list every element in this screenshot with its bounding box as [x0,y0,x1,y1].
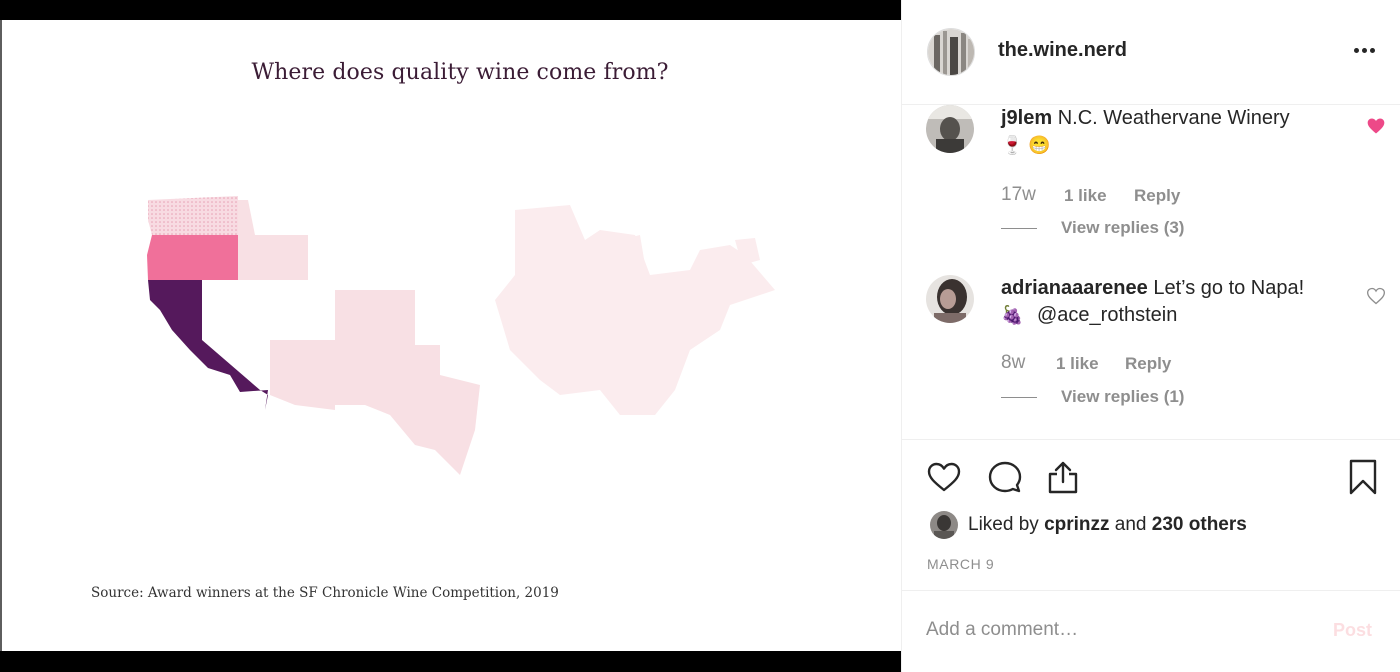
liker-avatar[interactable] [930,511,958,539]
slide-source: Source: Award winners at the SF Chronicl… [91,585,559,601]
liked-by-prefix: Liked by [968,514,1039,535]
comment-body: adrianaaarenee Let’s go to Napa! 🍇 @ace_… [1001,275,1351,329]
letterbox-bottom [0,651,901,672]
post-media[interactable]: Where does quality wine come from? Sourc… [0,0,901,672]
commenter-avatar[interactable] [926,105,974,153]
map-western-states [238,200,480,475]
share-icon[interactable] [1045,459,1081,495]
comment-age: 17w [1001,184,1036,205]
liked-by-others[interactable]: 230 others [1152,514,1247,535]
actions-divider [902,439,1400,440]
map-eastern-states [495,205,775,415]
media-edge [0,20,2,651]
comment-emoji: 🍷 😁 [1001,135,1051,155]
liked-by-user[interactable]: cprinzz [1044,514,1109,535]
comment-divider [902,590,1400,591]
save-bookmark-icon[interactable] [1345,459,1381,495]
map-state-california [148,280,268,410]
post-sidebar: the.wine.nerd j9lem N.C. Weathervane Win… [901,0,1400,672]
map-state-oregon [147,235,238,280]
liked-by-and: and [1114,514,1147,535]
author-username[interactable]: the.wine.nerd [998,39,1127,62]
letterbox-top [0,0,901,20]
replies-divider [1001,228,1037,229]
comment-likes[interactable]: 1 like [1064,186,1107,206]
replies-divider [1001,397,1037,398]
comment-text: Let’s go to Napa! [1153,277,1305,299]
view-replies-label: View replies (3) [1061,218,1185,237]
comment-age: 8w [1001,352,1026,373]
post-header: the.wine.nerd [902,0,1400,105]
comment-reply-button[interactable]: Reply [1125,354,1171,374]
map-state-washington [148,196,238,235]
liked-by-summary: Liked by cprinzz and 230 others [968,514,1247,536]
comment-bubble-icon[interactable] [987,459,1023,495]
comment-like-heart-icon[interactable] [1366,286,1386,306]
comment-reply-button[interactable]: Reply [1134,186,1180,206]
comment-mention[interactable]: @ace_rothstein [1037,304,1177,326]
post-date[interactable]: MARCH 9 [927,556,994,572]
comment-like-heart-filled-icon[interactable] [1366,116,1386,136]
us-map [147,196,775,475]
slide-title: Where does quality wine come from? [251,60,669,85]
comment-emoji: 🍇 [1001,305,1024,325]
more-options-icon[interactable] [1354,40,1384,62]
comment-username[interactable]: adrianaaarenee [1001,277,1148,299]
view-replies-label: View replies (1) [1061,387,1185,406]
comment-body: j9lem N.C. Weathervane Winery 🍷 😁 [1001,105,1351,159]
author-avatar[interactable] [927,28,975,76]
add-comment-input[interactable] [926,612,1326,648]
commenter-avatar[interactable] [926,275,974,323]
comment-text: N.C. Weathervane Winery [1057,107,1290,129]
comment-username[interactable]: j9lem [1001,107,1052,129]
post-comment-button[interactable]: Post [1333,620,1372,641]
comment-likes[interactable]: 1 like [1056,354,1099,374]
like-heart-icon[interactable] [926,459,962,495]
